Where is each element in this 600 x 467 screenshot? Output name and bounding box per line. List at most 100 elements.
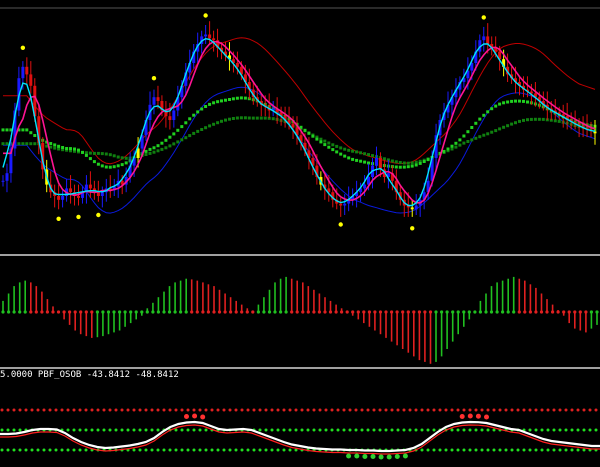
mid-ma-dot xyxy=(156,144,160,148)
mid-ma-dot xyxy=(418,161,422,165)
candle-body xyxy=(235,63,239,67)
zero-line-dot xyxy=(517,310,521,314)
price-panel[interactable] xyxy=(1,13,597,231)
zero-line-dot xyxy=(84,310,88,314)
slow-ma-dot xyxy=(172,142,176,146)
oversold-dotted-line xyxy=(444,448,448,452)
zero-line-dot xyxy=(495,310,499,314)
zero-line-dot xyxy=(512,310,516,314)
oversold-dotted-line xyxy=(276,448,280,452)
zero-line-dot xyxy=(129,310,133,314)
slow-ma-dot xyxy=(490,130,494,134)
middle-dotted-line xyxy=(414,428,418,432)
slow-ma-dot xyxy=(148,151,152,155)
mid-ma-dot xyxy=(112,165,116,169)
middle-dotted-line xyxy=(402,428,406,432)
oversold-dotted-line xyxy=(186,448,190,452)
zero-line-dot xyxy=(245,310,249,314)
zero-line-dot xyxy=(456,310,460,314)
oscillator-panel[interactable] xyxy=(0,408,600,460)
oversold-dotted-line xyxy=(198,448,202,452)
slow-ma-dot xyxy=(164,146,168,150)
slow-ma-dot xyxy=(537,117,541,121)
candle-body xyxy=(88,184,92,189)
mid-ma-dot xyxy=(414,163,418,167)
mid-ma-dot xyxy=(327,145,331,149)
oversold-dotted-line xyxy=(492,448,496,452)
slow-ma-dot xyxy=(363,152,367,156)
mid-ma-dot xyxy=(69,147,72,151)
zero-line-dot xyxy=(334,310,338,314)
mid-ma-dot xyxy=(84,153,88,157)
overbought-dotted-line xyxy=(486,408,490,412)
slow-ma-dot xyxy=(84,151,88,155)
mid-ma-dot xyxy=(522,99,525,103)
oversold-dotted-line xyxy=(18,448,22,452)
slow-ma-dot xyxy=(168,144,172,148)
zero-line-dot xyxy=(179,310,183,314)
slow-ma-dot xyxy=(518,119,521,123)
slow-ma-dot xyxy=(192,131,196,135)
overbought-dotted-line xyxy=(72,408,76,412)
overbought-dotted-line xyxy=(276,408,280,412)
mid-ma-dot xyxy=(406,165,410,169)
mid-ma-dot xyxy=(152,146,156,150)
zero-line-dot xyxy=(223,310,227,314)
zero-line-dot xyxy=(445,310,449,314)
mid-ma-dot xyxy=(29,131,33,135)
overbought-dotted-line xyxy=(156,408,160,412)
middle-dotted-line xyxy=(432,428,436,432)
overbought-dotted-line xyxy=(372,408,376,412)
overbought-dotted-line xyxy=(198,408,202,412)
oversold-dotted-line xyxy=(36,448,40,452)
zero-line-dot xyxy=(101,310,105,314)
trading-chart-root: 5.0000 PBF_OSOB -43.8412 -48.8412 xyxy=(0,0,600,467)
oversold-dotted-line xyxy=(180,448,184,452)
oversold-dotted-line xyxy=(174,448,178,452)
oversold-dotted-line xyxy=(156,448,160,452)
oversold-marker xyxy=(362,454,368,459)
middle-dotted-line xyxy=(198,428,202,432)
oversold-dotted-line xyxy=(522,448,526,452)
zero-line-dot xyxy=(279,310,283,314)
mid-ma-dot xyxy=(184,121,188,125)
middle-dotted-line xyxy=(354,428,358,432)
slow-ma-dot xyxy=(529,117,533,121)
oversold-dotted-line xyxy=(528,448,532,452)
overbought-dotted-line xyxy=(54,408,58,412)
mid-ma-dot xyxy=(518,99,521,103)
fractal-down-dot xyxy=(338,222,343,227)
overbought-dotted-line xyxy=(48,408,52,412)
middle-dotted-line xyxy=(558,428,562,432)
slow-ma-dot xyxy=(204,126,208,130)
slow-ma-dot xyxy=(124,156,128,160)
middle-dotted-line xyxy=(468,428,472,432)
slow-ma-dot xyxy=(243,116,247,120)
candle-body xyxy=(172,110,176,120)
fractal-down-dot xyxy=(410,226,415,231)
overbought-dotted-line xyxy=(402,408,406,412)
overbought-dotted-line xyxy=(450,408,454,412)
slow-ma-dot xyxy=(100,152,104,156)
zero-line-dot xyxy=(428,310,433,314)
oversold-dotted-line xyxy=(42,448,46,452)
slow-ma-dot xyxy=(200,128,204,131)
candle-body xyxy=(21,66,25,79)
zero-line-dot xyxy=(539,310,544,314)
mid-ma-dot xyxy=(446,147,450,151)
oversold-dotted-line xyxy=(576,448,580,452)
mid-ma-dot xyxy=(307,131,311,135)
middle-dotted-line xyxy=(408,428,412,432)
overbought-dotted-line xyxy=(456,408,460,412)
chart-canvas[interactable] xyxy=(0,0,600,467)
mid-ma-dot xyxy=(478,117,482,121)
overbought-dotted-line xyxy=(408,408,412,412)
candle-body xyxy=(25,66,29,75)
zero-line-dot xyxy=(206,310,210,314)
slow-ma-dot xyxy=(541,117,545,121)
histogram-panel[interactable] xyxy=(1,276,599,364)
middle-dotted-line xyxy=(384,428,388,432)
oversold-marker xyxy=(346,453,352,459)
zero-line-dot xyxy=(489,310,494,314)
oversold-dotted-line xyxy=(234,448,238,452)
